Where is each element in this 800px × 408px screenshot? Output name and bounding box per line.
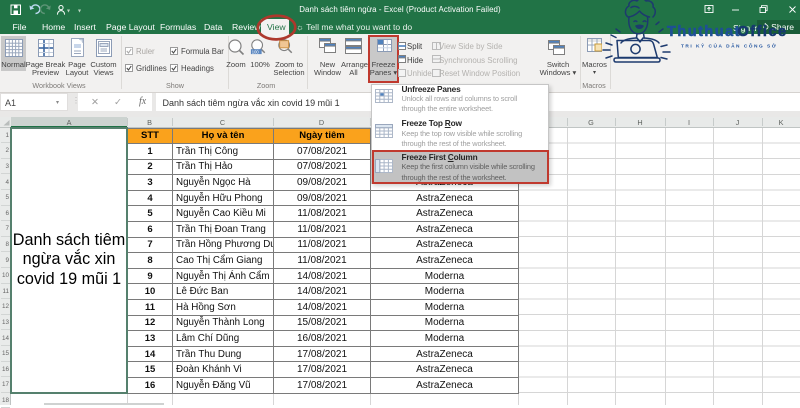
svg-text:TRI KỶ CỦA DÂN CÔNG SỞ: TRI KỶ CỦA DÂN CÔNG SỞ [681, 42, 777, 50]
svg-text:100: 100 [252, 49, 260, 54]
svg-text:Office: Office [738, 24, 788, 40]
svg-text:Thuthuat: Thuthuat [667, 24, 741, 40]
